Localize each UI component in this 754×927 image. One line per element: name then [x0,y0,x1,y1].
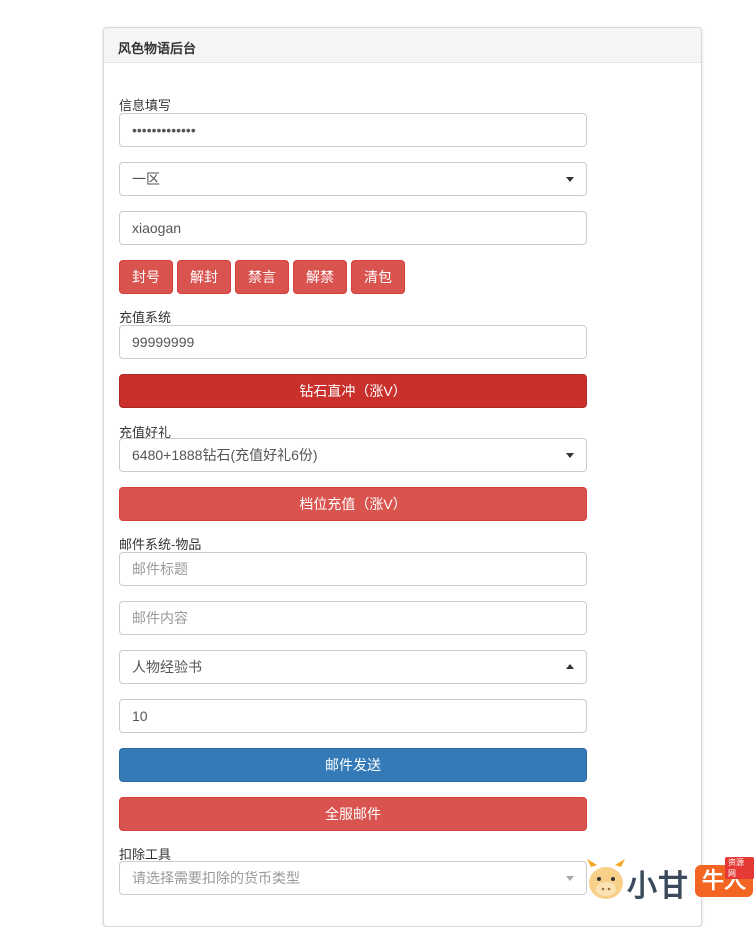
diamond-recharge-button[interactable]: 钻石直冲（涨V） [119,374,587,408]
clear-bag-button[interactable]: 清包 [351,260,405,294]
watermark-text: 小甘 [627,870,689,903]
caret-down-icon [566,453,574,458]
admin-panel: 风色物语后台 信息填写 一区 封号 解封 禁言 解禁 清包 充值系统 钻石直冲（… [103,27,702,927]
currency-type-select[interactable]: 请选择需要扣除的货币类型 [119,861,587,895]
recharge-amount-field[interactable] [119,325,587,359]
mail-content-field[interactable] [119,601,587,635]
mail-title-field[interactable] [119,552,587,586]
gift-tier-select-value: 6480+1888钻石(充值好礼6份) [132,447,318,463]
tier-recharge-button[interactable]: 档位充值（涨V） [119,487,587,521]
watermark-tag: 资源网 [725,857,754,879]
caret-down-icon [566,876,574,881]
mail-item-select-value: 人物经验书 [132,659,202,675]
mail-item-select[interactable]: 人物经验书 [119,650,587,684]
currency-type-select-placeholder: 请选择需要扣除的货币类型 [132,870,300,886]
action-button-row: 封号 解封 禁言 解禁 清包 [119,260,589,294]
password-field[interactable] [119,113,587,147]
watermark-logo: 小甘 牛人 资源网 [585,855,754,905]
server-select[interactable]: 一区 [119,162,587,196]
panel-title: 风色物语后台 [104,28,701,63]
username-field[interactable] [119,211,587,245]
mail-quantity-field[interactable] [119,699,587,733]
mail-section-label: 邮件系统-物品 [119,537,202,552]
recharge-section-label: 充值系统 [119,310,172,325]
gift-tier-select[interactable]: 6480+1888钻石(充值好礼6份) [119,438,587,472]
info-section-label: 信息填写 [119,98,172,113]
unban-button[interactable]: 解封 [177,260,231,294]
all-server-mail-button[interactable]: 全服邮件 [119,797,587,831]
mute-button[interactable]: 禁言 [235,260,289,294]
server-select-value: 一区 [132,171,160,187]
caret-down-icon [566,177,574,182]
send-mail-button[interactable]: 邮件发送 [119,748,587,782]
caret-up-icon [566,664,574,669]
unmute-button[interactable]: 解禁 [293,260,347,294]
ban-button[interactable]: 封号 [119,260,173,294]
calf-mascot-icon [587,859,625,899]
